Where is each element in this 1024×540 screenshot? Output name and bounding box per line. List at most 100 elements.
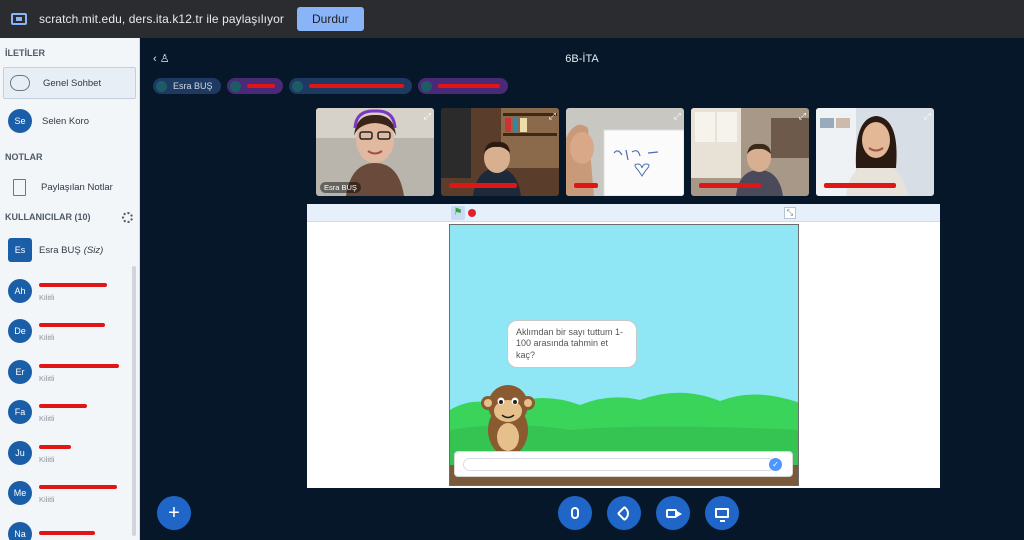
talker-pill: [226, 78, 283, 94]
user-name: [39, 482, 117, 493]
screen-share-icon: [11, 13, 27, 25]
user-info: Kilitli: [39, 280, 107, 302]
mute-button[interactable]: [558, 496, 592, 530]
avatar: Ju: [8, 440, 32, 465]
video-tile[interactable]: ⤢: [691, 108, 809, 196]
meeting-title: 6B-İTA: [565, 53, 599, 65]
redaction-mark: [437, 84, 500, 88]
user-name: [39, 528, 95, 539]
user-info: Kilitli: [39, 320, 105, 342]
mic-icon: [229, 80, 241, 92]
user-list-item[interactable]: Es Esra BUŞ (Siz): [8, 230, 133, 270]
answer-box: ✓: [454, 451, 793, 477]
redaction-mark: [39, 323, 105, 328]
user-status: Kilitli: [39, 454, 55, 464]
avatar: De: [8, 319, 32, 343]
user-info: Kilitli: [39, 361, 119, 383]
user-status: Kilitli: [39, 495, 55, 504]
avatar: Ah: [8, 278, 32, 303]
talker-pill: [288, 78, 412, 94]
user-status: Kilitli: [39, 333, 55, 342]
mic-icon: [291, 80, 303, 92]
redaction-mark: [39, 282, 107, 287]
user-list-item[interactable]: Ah Kilitli: [8, 271, 133, 311]
user-list-item[interactable]: Fa Kilitli: [8, 392, 133, 432]
notes-section-title: NOTLAR: [5, 152, 43, 162]
user-info: [39, 528, 95, 539]
redaction-mark: [574, 183, 598, 188]
user-list-item[interactable]: De Kilitli: [8, 311, 133, 351]
private-chat-item[interactable]: Se Selen Koro: [3, 105, 136, 137]
speech-bubble: Aklımdan bir sayı tuttum 1-100 arasında …: [507, 320, 637, 368]
user-name: [39, 280, 107, 291]
share-webcam-button[interactable]: [656, 496, 690, 530]
user-list-item[interactable]: Me Kilitli: [8, 473, 133, 513]
share-screen-button[interactable]: [705, 496, 739, 530]
user-name-text: Esra BUŞ: [39, 244, 81, 256]
fullscreen-icon[interactable]: ⤡: [784, 207, 796, 219]
user-status: Kilitli: [39, 292, 55, 302]
user-name: [39, 442, 71, 453]
screen-share-bar: scratch.mit.edu, ders.ita.k12.tr ile pay…: [0, 0, 1024, 38]
users-section-title: KULLANICILAR (10): [5, 212, 91, 222]
expand-icon[interactable]: ⤢: [424, 111, 431, 122]
video-tile[interactable]: Esra BUŞ ⤢: [316, 108, 434, 196]
green-flag-icon[interactable]: ⚑: [451, 206, 465, 220]
redaction-mark: [449, 183, 517, 188]
redaction-mark: [39, 531, 95, 536]
redaction-mark: [39, 444, 71, 449]
mic-icon: [420, 80, 432, 92]
actions-button[interactable]: +: [157, 496, 191, 530]
private-chat-name: Selen Koro: [42, 115, 90, 127]
stop-sharing-button[interactable]: Durdur: [297, 7, 364, 31]
redaction-mark: [39, 485, 117, 490]
stop-icon[interactable]: [468, 209, 476, 217]
sidebar-scrollbar[interactable]: [132, 266, 136, 536]
leave-audio-button[interactable]: [607, 496, 641, 530]
expand-icon[interactable]: ⤢: [799, 111, 806, 122]
answer-input[interactable]: [463, 458, 775, 471]
user-info: Kilitli: [39, 482, 117, 504]
user-list-item[interactable]: Na: [8, 514, 133, 540]
avatar: Se: [8, 109, 32, 133]
talker-pill: Esra BUŞ: [153, 78, 221, 94]
user-name: [39, 361, 119, 372]
main-area: ‹ ♙ 6B-İTA Esra BUŞ Esra BUŞ ⤢ ⤢ ⤢ ⤢ ⤢ ⚑…: [140, 38, 1024, 540]
user-info: Kilitli: [39, 401, 87, 423]
public-chat-label: Genel Sohbet: [43, 77, 102, 89]
video-tile[interactable]: ⤢: [441, 108, 559, 196]
redaction-mark: [308, 84, 404, 88]
redaction-mark: [699, 183, 761, 188]
expand-icon[interactable]: ⤢: [674, 111, 681, 122]
shared-notes-item[interactable]: Paylaşılan Notlar: [3, 171, 136, 203]
avatar: Es: [8, 238, 32, 262]
chat-icon: [10, 75, 30, 91]
public-chat-item[interactable]: Genel Sohbet: [3, 67, 136, 99]
avatar: Er: [8, 359, 32, 384]
microphone-icon: [571, 507, 579, 519]
check-icon[interactable]: ✓: [769, 458, 782, 471]
plus-icon: +: [168, 501, 180, 524]
shared-notes-label: Paylaşılan Notlar: [41, 181, 113, 193]
video-tile[interactable]: ⤢: [566, 108, 684, 196]
user-name: [39, 320, 105, 331]
sidebar: İLETİLER Genel Sohbet Se Selen Koro NOTL…: [0, 38, 140, 540]
phone-icon: [616, 505, 632, 521]
talking-indicators: Esra BUŞ: [153, 78, 508, 94]
expand-icon[interactable]: ⤢: [924, 111, 931, 122]
expand-icon[interactable]: ⤢: [549, 111, 556, 122]
avatar: Me: [8, 481, 32, 505]
user-name: [39, 401, 87, 412]
video-name: Esra BUŞ: [320, 182, 361, 193]
mic-icon: [156, 80, 167, 92]
avatar: Na: [8, 521, 32, 540]
user-status: Kilitli: [39, 414, 55, 423]
redaction-mark: [246, 84, 275, 88]
scratch-stage[interactable]: Aklımdan bir sayı tuttum 1-100 arasında …: [449, 224, 799, 486]
screen-icon: [715, 508, 729, 522]
user-list-item[interactable]: Er Kilitli: [8, 352, 133, 392]
gear-icon[interactable]: [122, 212, 133, 223]
user-list-item[interactable]: Ju Kilitli: [8, 433, 133, 473]
user-name: Esra BUŞ (Siz): [39, 245, 103, 256]
video-tile[interactable]: ⤢: [816, 108, 934, 196]
